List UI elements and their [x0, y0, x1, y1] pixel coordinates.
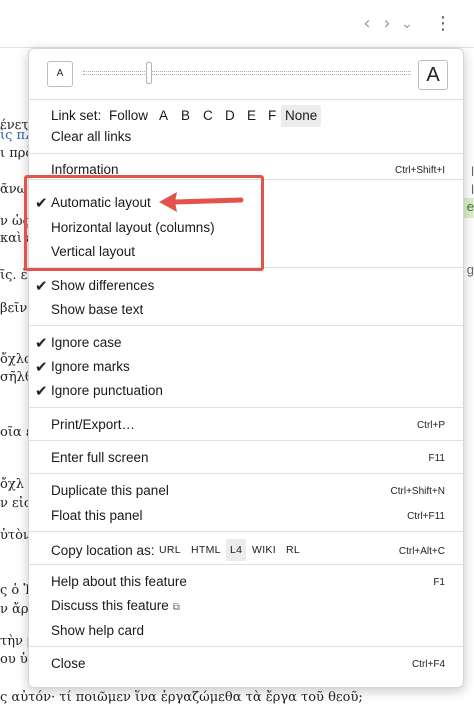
chevron-down-icon[interactable]: ⌄: [397, 14, 417, 34]
link-set-follow[interactable]: Follow: [105, 105, 152, 127]
close-shortcut: Ctrl+F4: [411, 659, 445, 670]
bg-line: ου ὑ: [0, 652, 28, 667]
help-feature-label: Help about this feature: [51, 574, 187, 589]
external-link-icon: ⧉: [172, 602, 180, 613]
copy-as-html[interactable]: HTML: [187, 539, 225, 561]
clear-links-label: Clear all links: [51, 129, 132, 144]
chevron-right-icon[interactable]: ›: [377, 14, 397, 34]
bg-line: ὐτὸν: [0, 528, 31, 543]
information-shortcut: Ctrl+Shift+I: [394, 165, 445, 176]
float-panel-label: Float this panel: [51, 508, 143, 523]
link-set-e[interactable]: E: [243, 105, 260, 127]
bg-bottom-line: ς αὐτόν· τί ποιῶμεν ἵνα ἐργαζώμεθα τὰ ἔρ…: [0, 690, 363, 705]
annotation-arrow-icon: [159, 192, 244, 212]
discuss-feature-text: Discuss this feature: [51, 598, 169, 613]
menu-divider: [29, 99, 463, 100]
ignore-punctuation-label: Ignore punctuation: [51, 383, 163, 398]
link-set-none[interactable]: None: [281, 105, 322, 127]
clear-links-item[interactable]: Clear all links: [29, 125, 463, 149]
bg-line: ὄχλο: [0, 352, 32, 367]
kebab-menu-icon[interactable]: ⋮: [433, 14, 453, 34]
menu-divider: [29, 564, 463, 565]
discuss-feature-item[interactable]: Discuss this feature ⧉: [29, 594, 463, 618]
copy-as-rl[interactable]: RL: [282, 539, 304, 561]
full-screen-label: Enter full screen: [51, 450, 149, 465]
print-export-label: Print/Export…: [51, 417, 136, 432]
bg-right-letter: e: [466, 199, 474, 214]
full-screen-item[interactable]: Enter full screen F11: [29, 446, 463, 470]
font-size-control: A A: [29, 49, 463, 99]
ignore-case-label: Ignore case: [51, 335, 122, 350]
increase-font-button[interactable]: A: [418, 60, 448, 90]
help-feature-item[interactable]: Help about this feature F1: [29, 570, 463, 594]
checkmark-icon: ✔: [35, 382, 48, 400]
panel-options-menu: A A Link set: Follow A B C D E F None Cl…: [28, 48, 464, 688]
link-set-label: Link set:: [51, 108, 102, 123]
duplicate-panel-item[interactable]: Duplicate this panel Ctrl+Shift+N: [29, 479, 463, 503]
ignore-marks-label: Ignore marks: [51, 359, 130, 374]
bg-line: ν εἰς: [0, 496, 32, 511]
copy-as-wiki[interactable]: WIKI: [248, 539, 280, 561]
discuss-feature-label: Discuss this feature ⧉: [51, 596, 180, 618]
close-item[interactable]: Close Ctrl+F4: [29, 652, 463, 676]
link-set-row: Link set: Follow A B C D E F None: [29, 105, 463, 127]
copy-as-l4[interactable]: L4: [226, 539, 247, 561]
link-set-b[interactable]: B: [177, 105, 194, 127]
checkmark-icon: ✔: [35, 277, 48, 295]
font-size-slider-track[interactable]: [83, 71, 411, 75]
show-differences-label: Show differences: [51, 278, 155, 293]
show-differences-item[interactable]: ✔ Show differences: [29, 274, 463, 298]
duplicate-panel-shortcut: Ctrl+Shift+N: [390, 486, 445, 497]
decrease-font-button[interactable]: A: [47, 61, 73, 87]
link-set-c[interactable]: C: [199, 105, 217, 127]
print-export-shortcut: Ctrl+P: [416, 420, 445, 431]
float-panel-item[interactable]: Float this panel Ctrl+F11: [29, 504, 463, 528]
help-feature-shortcut: F1: [433, 577, 445, 588]
print-export-item[interactable]: Print/Export… Ctrl+P: [29, 413, 463, 437]
chevron-left-icon[interactable]: ‹: [357, 14, 377, 34]
copy-as-url[interactable]: URL: [155, 539, 185, 561]
menu-divider: [29, 531, 463, 532]
copy-location-row: Copy location as: URL HTML L4 WIKI RL Ct…: [29, 539, 463, 563]
full-screen-shortcut: F11: [428, 453, 446, 464]
menu-divider: [29, 473, 463, 474]
help-card-label: Show help card: [51, 623, 145, 638]
ignore-punctuation-item[interactable]: ✔ Ignore punctuation: [29, 379, 463, 403]
help-card-item[interactable]: Show help card: [29, 619, 463, 643]
panel-toolbar: ‹ › ⌄ ⋮: [0, 0, 474, 48]
duplicate-panel-label: Duplicate this panel: [51, 483, 169, 498]
font-size-slider-handle[interactable]: [145, 62, 152, 84]
link-set-d[interactable]: D: [221, 105, 239, 127]
bg-line: ὄχλ: [0, 477, 24, 492]
ignore-marks-item[interactable]: ✔ Ignore marks: [29, 355, 463, 379]
close-label: Close: [51, 656, 86, 671]
checkmark-icon: ✔: [35, 358, 48, 376]
float-panel-shortcut: Ctrl+F11: [407, 511, 445, 522]
bg-right-letter: g: [466, 262, 474, 277]
copy-location-label: Copy location as:: [51, 543, 155, 558]
menu-divider: [29, 646, 463, 647]
link-set-f[interactable]: F: [264, 105, 280, 127]
bg-line: ς ὁ Ἰ: [0, 583, 31, 598]
menu-divider: [29, 153, 463, 154]
link-set-a[interactable]: A: [155, 105, 172, 127]
menu-divider: [29, 407, 463, 408]
menu-divider: [29, 325, 463, 326]
menu-divider: [29, 440, 463, 441]
checkmark-icon: ✔: [35, 334, 48, 352]
show-base-text-item[interactable]: Show base text: [29, 298, 463, 322]
ignore-case-item[interactable]: ✔ Ignore case: [29, 331, 463, 355]
copy-location-shortcut: Ctrl+Alt+C: [398, 546, 445, 557]
show-base-text-label: Show base text: [51, 302, 144, 317]
